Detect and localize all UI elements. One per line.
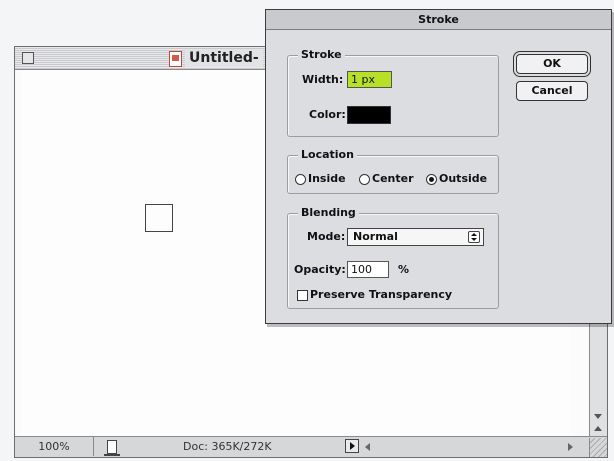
scroll-left-arrow-icon[interactable] (365, 443, 370, 451)
radio-center[interactable] (359, 174, 370, 185)
stroke-color-swatch[interactable] (347, 106, 391, 124)
photoshop-file-icon (169, 51, 182, 67)
blend-mode-value: Normal (353, 230, 398, 243)
stroke-group-title: Stroke (298, 48, 345, 62)
scroll-down-arrow-icon[interactable] (594, 414, 602, 419)
close-box-icon[interactable] (22, 52, 34, 64)
radio-center-label[interactable]: Center (372, 172, 414, 186)
color-label: Color: (309, 108, 346, 121)
preserve-transparency-label[interactable]: Preserve Transparency (310, 288, 452, 302)
scroll-up-arrow-icon[interactable] (594, 426, 602, 431)
stroke-width-field[interactable]: 1 px (347, 71, 392, 88)
stroke-dialog: Stroke Stroke Width: 1 px Color: Locatio… (265, 9, 612, 324)
document-title: Untitled- (185, 49, 263, 67)
dialog-title[interactable]: Stroke (266, 10, 611, 30)
popup-arrows-icon (468, 231, 480, 243)
radio-outside[interactable] (426, 174, 437, 185)
blend-mode-popup[interactable]: Normal (347, 228, 484, 246)
blending-group-title: Blending (298, 206, 359, 220)
cancel-button[interactable]: Cancel (516, 81, 588, 101)
location-group: Location Inside Center Outside (287, 148, 499, 194)
radio-inside[interactable] (295, 174, 306, 185)
opacity-field[interactable]: 100 (347, 261, 389, 278)
radio-outside-label[interactable]: Outside (439, 172, 487, 186)
width-label: Width: (302, 73, 344, 86)
ok-button[interactable]: OK (516, 54, 588, 74)
window-resize-grip[interactable] (589, 438, 607, 457)
status-menu-arrow-button[interactable] (345, 439, 359, 453)
zoom-level-field[interactable]: 100% (15, 437, 94, 456)
location-group-title: Location (298, 148, 357, 162)
stroke-group: Stroke Width: 1 px Color: (287, 48, 499, 137)
blending-group: Blending Mode: Normal Opacity: 100 % Pre… (287, 206, 499, 309)
mode-label: Mode: (307, 230, 346, 243)
opacity-unit: % (398, 263, 410, 276)
rectangle-selection[interactable] (145, 204, 173, 232)
radio-inside-label[interactable]: Inside (308, 172, 346, 186)
document-size-readout: Doc: 365K/272K (183, 440, 272, 453)
preserve-transparency-checkbox[interactable] (297, 290, 308, 301)
opacity-label: Opacity: (294, 263, 346, 276)
scroll-right-arrow-icon[interactable] (568, 443, 573, 451)
document-info-icon[interactable] (104, 440, 120, 456)
status-bar: 100% Doc: 365K/272K (15, 436, 607, 457)
